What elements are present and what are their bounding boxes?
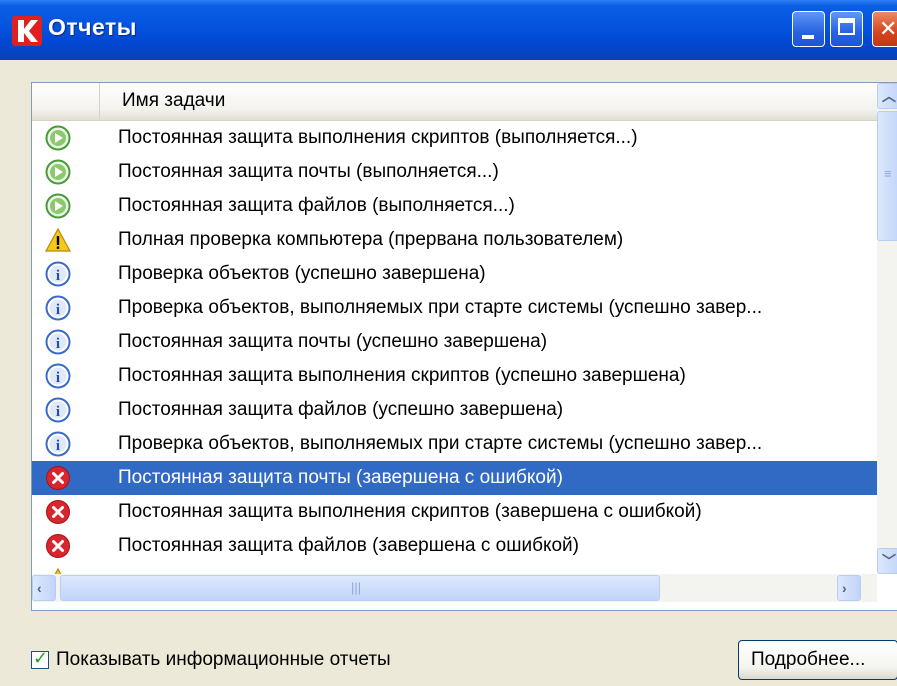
list-item[interactable]: i Постоянная защита файлов (успешно завер…: [32, 393, 877, 427]
svg-text:i: i: [56, 404, 60, 420]
list-item[interactable]: i Проверка объектов, выполняемых при стар…: [32, 427, 877, 461]
close-icon: ✕: [879, 16, 897, 41]
info-icon: i: [45, 329, 71, 355]
list-item[interactable]: Постоянная защита файлов (завершена с ош…: [32, 529, 877, 563]
scroll-down-button[interactable]: ﹀: [877, 548, 897, 574]
list-item-label: Постоянная защита почты (успешно заверше…: [118, 331, 548, 352]
minimize-icon: [802, 35, 814, 39]
list-rows: Постоянная защита выполнения скриптов (в…: [32, 121, 877, 597]
reports-list[interactable]: Имя задачи Постоянная защита выполнения …: [31, 82, 897, 611]
list-item[interactable]: Постоянная защита выполнения скриптов (з…: [32, 495, 877, 529]
scroll-left-button[interactable]: ‹: [32, 575, 56, 601]
list-item-label: Постоянная защита почты (завершена с оши…: [118, 467, 563, 488]
title-bar: Отчеты ✕: [0, 0, 897, 60]
scroll-right-button[interactable]: ›: [837, 575, 861, 601]
warning-icon: [44, 227, 72, 253]
error-icon: [45, 533, 71, 559]
list-item-label: Проверка объектов, выполняемых при старт…: [118, 433, 763, 454]
list-item[interactable]: Постоянная защита выполнения скриптов (в…: [32, 121, 877, 155]
play-icon: [45, 125, 71, 151]
svg-text:i: i: [56, 268, 60, 284]
grip-icon: ≡: [884, 166, 892, 181]
list-header: Имя задачи: [32, 83, 877, 121]
list-item-label: Постоянная защита выполнения скриптов (у…: [118, 365, 686, 386]
grip-icon: |||: [351, 580, 362, 595]
list-item-label: Постоянная защита файлов (выполняется...…: [118, 195, 515, 216]
chevron-up-icon: ︿: [882, 88, 896, 104]
list-item[interactable]: i Постоянная защита почты (успешно заверш…: [32, 325, 877, 359]
chevron-down-icon: ﹀: [882, 553, 896, 569]
kaspersky-logo-icon: [12, 16, 42, 46]
show-info-checkbox[interactable]: ✓: [31, 648, 49, 669]
list-item[interactable]: Постоянная защита файлов (выполняется...…: [32, 189, 877, 223]
list-item[interactable]: Полная проверка компьютера (прервана пол…: [32, 223, 877, 257]
show-info-label[interactable]: Показывать информационные отчеты: [56, 649, 391, 671]
list-item-label: Постоянная защита файлов (завершена с ош…: [118, 535, 579, 556]
list-item[interactable]: i Постоянная защита выполнения скриптов (…: [32, 359, 877, 393]
close-button[interactable]: ✕: [872, 11, 897, 47]
list-item[interactable]: i Проверка объектов (успешно завершена): [32, 257, 877, 291]
svg-text:i: i: [56, 336, 60, 352]
svg-text:i: i: [56, 438, 60, 454]
vertical-scrollbar[interactable]: ︿ ≡ ﹀: [877, 83, 897, 574]
list-item-label: Проверка объектов (успешно завершена): [118, 263, 486, 284]
svg-text:i: i: [56, 370, 60, 386]
info-icon: i: [45, 363, 71, 389]
info-icon: i: [45, 261, 71, 287]
list-item[interactable]: Постоянная защита почты (завершена с оши…: [32, 461, 877, 495]
info-icon: i: [45, 431, 71, 457]
chevron-right-icon: ›: [842, 580, 847, 596]
maximize-icon: [838, 18, 855, 35]
window-title: Отчеты: [48, 14, 137, 40]
play-icon: [45, 159, 71, 185]
horizontal-scroll-thumb[interactable]: |||: [60, 575, 660, 601]
scroll-up-button[interactable]: ︿: [877, 83, 897, 109]
error-icon: [45, 499, 71, 525]
horizontal-scrollbar[interactable]: ‹ ||| ›: [32, 574, 877, 602]
checkmark-icon: ✓: [33, 648, 49, 668]
list-item-label: Постоянная защита файлов (успешно заверш…: [118, 399, 564, 420]
list-item-label: Постоянная защита выполнения скриптов (з…: [118, 501, 702, 522]
list-item-label: Постоянная защита выполнения скриптов (в…: [118, 127, 638, 148]
minimize-button[interactable]: [792, 11, 825, 47]
list-item[interactable]: Постоянная защита почты (выполняется...): [32, 155, 877, 189]
maximize-button[interactable]: [830, 11, 863, 47]
list-item-label: Полная проверка компьютера (прервана пол…: [118, 229, 624, 250]
header-icon-column[interactable]: [32, 83, 100, 119]
list-item-label: Постоянная защита почты (выполняется...): [118, 161, 499, 182]
svg-text:i: i: [56, 302, 60, 318]
play-icon: [45, 193, 71, 219]
details-button[interactable]: Подробнее...: [738, 640, 897, 680]
list-item[interactable]: i Проверка объектов, выполняемых при стар…: [32, 291, 877, 325]
info-icon: i: [45, 397, 71, 423]
list-item-label: Проверка объектов, выполняемых при старт…: [118, 297, 763, 318]
header-task-name[interactable]: Имя задачи: [122, 90, 225, 112]
chevron-left-icon: ‹: [37, 580, 42, 596]
vertical-scroll-thumb[interactable]: ≡: [877, 111, 897, 241]
info-icon: i: [45, 295, 71, 321]
error-icon: [45, 465, 71, 491]
